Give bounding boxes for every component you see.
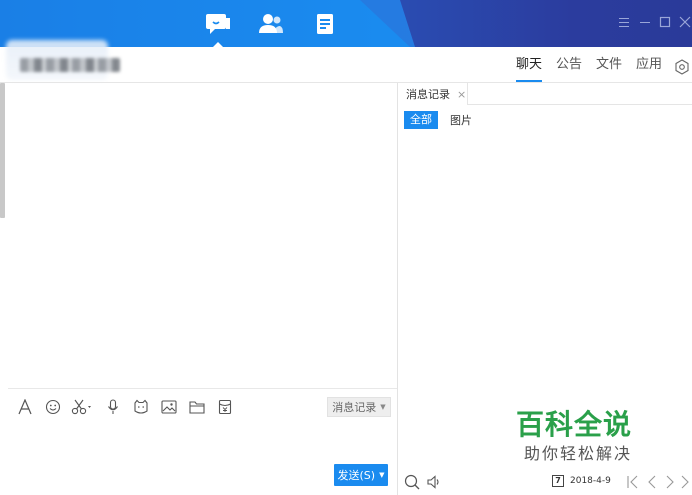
send-label: 发送(S) — [337, 469, 376, 482]
history-tabbar: 消息记录 × — [398, 83, 692, 105]
send-button[interactable]: 发送(S) ▼ — [334, 464, 388, 486]
next-page-button[interactable] — [664, 474, 680, 490]
calendar-icon: 7 — [552, 475, 564, 487]
minimize-button[interactable] — [637, 14, 653, 30]
font-button[interactable] — [14, 397, 36, 417]
history-filters: 全部 图片 — [404, 111, 472, 129]
maximize-button[interactable] — [657, 14, 673, 30]
tab-announcement[interactable]: 公告 — [556, 52, 582, 82]
emoji-button[interactable] — [42, 397, 64, 417]
tab-contacts[interactable] — [256, 9, 286, 39]
history-date: 2018-4-9 — [570, 476, 611, 486]
red-packet-icon — [218, 399, 232, 415]
red-packet-button[interactable] — [214, 397, 236, 417]
screenshot-button[interactable] — [70, 397, 96, 417]
filter-images-button[interactable]: 图片 — [450, 112, 472, 128]
chevron-right-icon — [666, 475, 674, 489]
screenshot-scissors-icon — [71, 399, 91, 415]
history-footer: 7 2018-4-9 — [398, 470, 692, 495]
panel-divider — [397, 83, 398, 495]
sticker-icon — [134, 399, 148, 414]
toolbar-divider — [8, 388, 397, 389]
chat-bubble-icon — [206, 14, 230, 34]
document-icon — [317, 14, 333, 34]
tab-message-history[interactable]: 消息记录 × — [398, 83, 468, 105]
folder-icon — [189, 401, 205, 414]
tab-chat[interactable] — [203, 9, 233, 47]
maximize-icon — [659, 16, 671, 28]
tab-chat-conversation[interactable]: 聊天 — [515, 52, 542, 82]
first-page-icon — [627, 475, 638, 489]
caret-down-icon: ▼ — [380, 403, 386, 411]
send-options-caret-icon[interactable]: ▼ — [379, 471, 384, 479]
emoji-icon — [45, 399, 61, 415]
message-record-button[interactable]: 消息记录 ▼ — [327, 397, 391, 417]
minimize-icon — [640, 22, 650, 23]
settings-icon — [675, 59, 689, 75]
close-history-icon[interactable]: × — [457, 88, 466, 101]
image-icon — [161, 400, 177, 414]
first-page-button[interactable] — [626, 474, 642, 490]
speaker-icon — [427, 475, 439, 489]
menu-button[interactable] — [616, 14, 632, 30]
contact-name-blurred — [20, 58, 120, 72]
tab-documents[interactable] — [310, 9, 340, 39]
watermark-subtitle: 助你轻松解决 — [524, 444, 633, 463]
tab-apps[interactable]: 应用 — [636, 52, 662, 82]
sticker-button[interactable] — [130, 397, 152, 417]
filter-all-button[interactable]: 全部 — [404, 111, 438, 129]
voice-button[interactable] — [102, 397, 124, 417]
menu-icon — [619, 18, 629, 27]
font-icon — [18, 399, 32, 415]
chevron-left-icon — [648, 475, 656, 489]
last-page-button[interactable] — [680, 474, 690, 490]
chat-message-area[interactable] — [6, 83, 397, 388]
watermark-title: 百科全说 — [516, 408, 633, 441]
settings-button[interactable] — [674, 59, 690, 75]
close-icon — [679, 16, 691, 28]
tab-files[interactable]: 文件 — [596, 52, 622, 82]
chat-scrollbar[interactable] — [0, 83, 5, 218]
history-tab-label: 消息记录 — [406, 88, 450, 101]
microphone-icon — [108, 399, 118, 414]
last-page-icon — [681, 475, 689, 489]
conversation-tabs: 聊天 公告 文件 应用 — [502, 52, 692, 82]
close-button[interactable] — [677, 14, 692, 30]
date-picker[interactable]: 7 2018-4-9 — [552, 475, 611, 487]
prev-page-button[interactable] — [646, 474, 662, 490]
image-button[interactable] — [158, 397, 180, 417]
search-history-button[interactable] — [404, 474, 420, 490]
sound-button[interactable] — [426, 474, 442, 490]
message-record-label: 消息记录 — [332, 401, 377, 414]
chat-window: 聊天 公告 文件 应用 消息记录 ▼ 发送(S) ▼ 消息记录 × 全部 图片 … — [0, 0, 692, 495]
search-icon — [404, 474, 420, 490]
contacts-icon — [259, 14, 283, 33]
folder-button[interactable] — [186, 397, 208, 417]
